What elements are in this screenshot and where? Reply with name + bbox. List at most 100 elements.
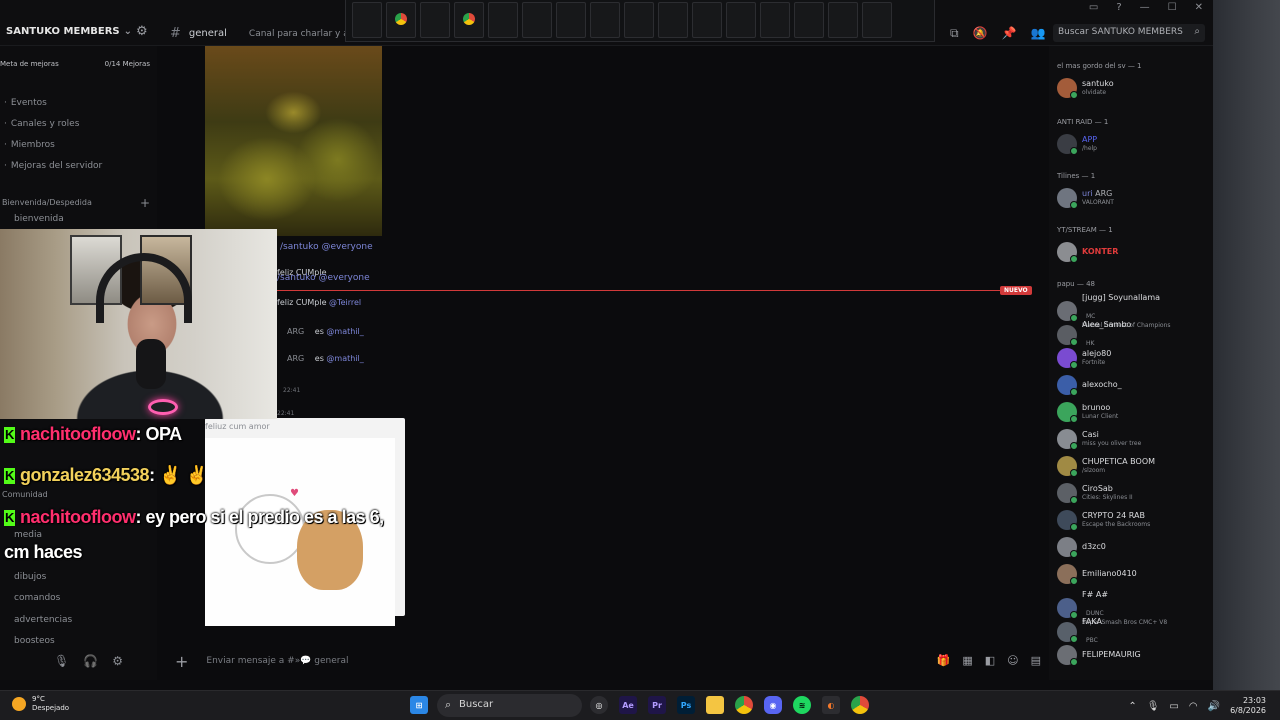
- weather-widget[interactable]: 9°C Despejado: [12, 695, 69, 713]
- sidebar-item-events[interactable]: · Eventos: [4, 98, 47, 108]
- member-item[interactable]: santuko olvidate: [1057, 78, 1114, 99]
- pin-icon[interactable]: 📌: [1002, 26, 1017, 41]
- member-item[interactable]: KONTER: [1057, 242, 1118, 263]
- discord-icon[interactable]: ◉: [764, 696, 782, 714]
- member-group-header: papu — 48: [1057, 280, 1095, 288]
- wifi-icon[interactable]: ◠: [1189, 701, 1198, 712]
- gif-icon[interactable]: ▦: [962, 654, 972, 667]
- premiere-icon[interactable]: Pr: [648, 696, 666, 714]
- category-community[interactable]: Comunidad: [2, 490, 48, 499]
- mention[interactable]: @everyone: [318, 273, 369, 283]
- maximize-icon[interactable]: ☐: [1168, 2, 1177, 13]
- category-welcome[interactable]: Bienvenida/Despedida: [2, 198, 92, 207]
- thumbnail[interactable]: [556, 2, 586, 38]
- search-input[interactable]: Buscar SANTUKO MEMBERS ⌕: [1053, 24, 1205, 42]
- channel-item[interactable]: bienvenida: [14, 214, 64, 224]
- member-item[interactable]: APP/help: [1057, 134, 1097, 155]
- message-author[interactable]: /santuko: [277, 273, 316, 283]
- mention[interactable]: @mathil_: [326, 327, 363, 336]
- after-effects-icon[interactable]: Ae: [619, 696, 637, 714]
- threads-icon[interactable]: ⧉: [950, 26, 959, 41]
- microphone-icon[interactable]: 🎙: [1147, 701, 1160, 712]
- chrome-thumbnail[interactable]: [454, 2, 484, 38]
- member-item[interactable]: alexocho_: [1057, 375, 1122, 396]
- blender-icon[interactable]: ◐: [822, 696, 840, 714]
- windows-start-icon[interactable]: ⊞: [410, 696, 428, 714]
- members-icon[interactable]: 👥: [1030, 26, 1045, 41]
- thumbnail[interactable]: [760, 2, 790, 38]
- sidebar-item-boosts[interactable]: · Mejoras del servidor: [4, 161, 102, 171]
- mute-icon[interactable]: 🔕: [973, 26, 988, 41]
- volume-icon[interactable]: 🔊: [1208, 701, 1220, 712]
- chrome-icon[interactable]: [735, 696, 753, 714]
- member-item[interactable]: FAKA PBC: [1057, 617, 1102, 646]
- mention[interactable]: @everyone: [321, 242, 372, 252]
- channel-item[interactable]: dibujos: [14, 572, 46, 582]
- member-item[interactable]: Emiliano0410: [1057, 564, 1137, 585]
- thumbnail[interactable]: [420, 2, 450, 38]
- copilot-icon[interactable]: ◎: [590, 696, 608, 714]
- member-item[interactable]: CHUPETICA BOOM/slzoom: [1057, 456, 1155, 477]
- sidebar-item-members[interactable]: · Miembros: [4, 140, 55, 150]
- taskbar-search[interactable]: ⌕ Buscar: [437, 694, 582, 717]
- thumbnail[interactable]: [488, 2, 518, 38]
- help-icon[interactable]: ?: [1116, 2, 1121, 13]
- microphone-icon[interactable]: 🎙: [54, 654, 69, 674]
- thumbnail[interactable]: [828, 2, 858, 38]
- member-item[interactable]: Alee_Sambo HK: [1057, 320, 1131, 349]
- thumbnail[interactable]: [522, 2, 552, 38]
- weather-icon: [12, 696, 26, 711]
- server-settings-icon[interactable]: ⚙: [136, 24, 150, 39]
- member-item[interactable]: brunoo Lunar Client: [1057, 402, 1118, 423]
- member-item[interactable]: CRYPTO 24 RAB Escape the Backrooms: [1057, 510, 1150, 531]
- photoshop-icon[interactable]: Ps: [677, 696, 695, 714]
- thumbnail[interactable]: [794, 2, 824, 38]
- monitor-icon[interactable]: ▭: [1169, 701, 1178, 712]
- channel-item[interactable]: media: [14, 530, 42, 540]
- thumbnail[interactable]: [352, 2, 382, 38]
- channel-item[interactable]: boosteos: [14, 636, 55, 646]
- add-channel-icon[interactable]: +: [140, 196, 150, 210]
- thumbnail[interactable]: [624, 2, 654, 38]
- chrome-icon[interactable]: [851, 696, 869, 714]
- minimize-icon[interactable]: —: [1140, 2, 1150, 13]
- gift-icon[interactable]: 🎁: [937, 654, 951, 667]
- gif-caption: feliuz cum amor: [205, 422, 270, 431]
- server-name-dropdown[interactable]: SANTUKO MEMBERS ⌄: [6, 26, 132, 37]
- apps-icon[interactable]: ▤: [1031, 654, 1041, 667]
- file-explorer-icon[interactable]: [706, 696, 724, 714]
- member-item[interactable]: uri ARG VALORANT: [1057, 188, 1114, 209]
- sticker-icon[interactable]: ◧: [985, 654, 995, 667]
- member-item[interactable]: FELIPEMAURIG: [1057, 645, 1141, 666]
- image-attachment[interactable]: [205, 46, 382, 236]
- mention[interactable]: @mathil_: [326, 354, 363, 363]
- member-item[interactable]: alejo80 Fortnite: [1057, 348, 1111, 369]
- white-bear: [235, 494, 305, 564]
- channel-item[interactable]: advertencias: [14, 615, 72, 625]
- mention[interactable]: @Teirrel: [329, 298, 361, 307]
- clock[interactable]: 23:03 6/8/2026: [1230, 696, 1266, 717]
- inbox-icon[interactable]: ▭: [1089, 2, 1098, 13]
- member-item[interactable]: d3zc0: [1057, 537, 1106, 558]
- sidebar-item-channels-roles[interactable]: · Canales y roles: [4, 119, 79, 129]
- thumbnail[interactable]: [726, 2, 756, 38]
- add-attachment-icon[interactable]: +: [175, 652, 188, 671]
- boost-goal[interactable]: Meta de mejoras 0/14 Mejoras: [0, 60, 150, 68]
- close-icon[interactable]: ✕: [1195, 2, 1203, 13]
- thumbnail[interactable]: [658, 2, 688, 38]
- headphones-icon[interactable]: 🎧: [83, 654, 98, 674]
- spotify-icon[interactable]: ≋: [793, 696, 811, 714]
- gear-icon[interactable]: ⚙: [112, 654, 123, 674]
- chrome-thumbnail[interactable]: [386, 2, 416, 38]
- emoji-icon[interactable]: ☺: [1007, 654, 1018, 667]
- member-status: Fortnite: [1082, 358, 1106, 366]
- thumbnail[interactable]: [862, 2, 892, 38]
- thumbnail[interactable]: [590, 2, 620, 38]
- message-composer[interactable]: + Enviar mensaje a #»💬 general 🎁 ▦ ◧ ☺ ▤: [165, 646, 1045, 676]
- message-author[interactable]: /santuko: [280, 242, 319, 252]
- chevron-up-icon[interactable]: ⌃: [1128, 701, 1136, 712]
- thumbnail[interactable]: [692, 2, 722, 38]
- member-item[interactable]: Casi miss you oliver tree: [1057, 429, 1141, 450]
- channel-item[interactable]: comandos: [14, 593, 60, 603]
- member-item[interactable]: CiroSab Cities: Skylines II: [1057, 483, 1133, 504]
